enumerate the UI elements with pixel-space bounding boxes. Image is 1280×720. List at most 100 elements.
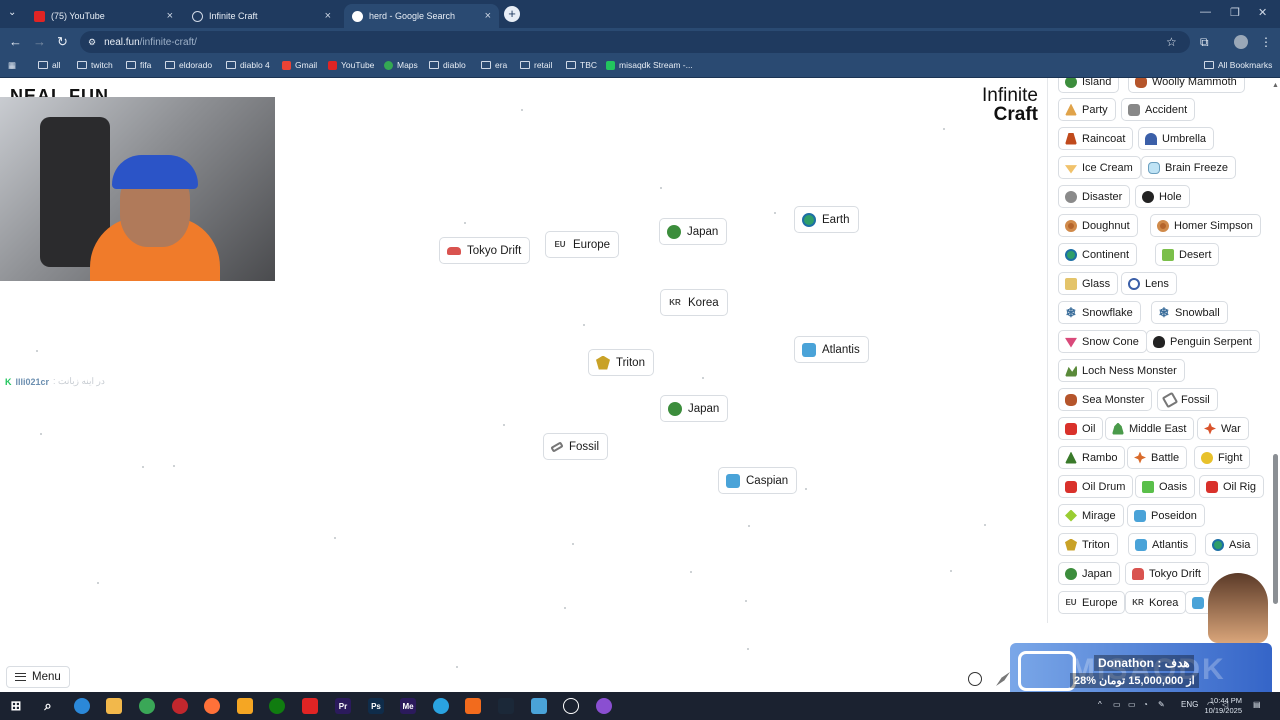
sidebar-item[interactable]: Homer Simpson — [1150, 214, 1261, 237]
tab-google-search[interactable]: herd - Google Search × — [344, 4, 499, 28]
bookmark-diablo[interactable]: diablo — [429, 60, 466, 70]
bookmark-youtube[interactable]: YouTube — [328, 60, 374, 70]
canvas-item[interactable]: Fossil — [543, 433, 609, 460]
site-info-icon[interactable]: ⚙ — [88, 37, 96, 48]
canvas-item[interactable]: Atlantis — [794, 336, 869, 363]
obs-icon[interactable] — [596, 698, 612, 714]
canvas-item[interactable]: KR Korea — [660, 289, 728, 316]
language-indicator[interactable]: ENG — [1181, 700, 1198, 709]
edge-icon[interactable] — [74, 698, 90, 714]
file-explorer-icon[interactable] — [106, 698, 122, 714]
tray-chevron-icon[interactable]: ^ — [1098, 700, 1102, 709]
telegram-icon[interactable] — [433, 698, 449, 714]
menu-button[interactable]: Menu — [6, 666, 70, 688]
canvas-item[interactable]: Tokyo Drift — [439, 237, 531, 264]
minimize-icon[interactable]: — — [1200, 6, 1211, 18]
sidebar-item[interactable]: Lens — [1121, 272, 1177, 295]
sidebar-item[interactable]: Mirage — [1058, 504, 1124, 527]
close-icon[interactable]: × — [325, 10, 331, 22]
scroll-thumb[interactable] — [1273, 454, 1278, 604]
sidebar-item[interactable]: Tokyo Drift — [1125, 562, 1209, 585]
tab-youtube[interactable]: (75) YouTube × — [26, 4, 181, 28]
sidebar-item[interactable]: Penguin Serpent — [1146, 330, 1260, 353]
close-icon[interactable]: × — [167, 10, 173, 22]
firefox-icon[interactable] — [204, 698, 220, 714]
app-icon[interactable] — [465, 698, 481, 714]
new-tab-button[interactable]: + — [504, 6, 520, 22]
sidebar-item[interactable]: Umbrella — [1138, 127, 1215, 150]
sidebar-item[interactable]: Sea Monster — [1058, 388, 1153, 411]
bookmark-twitch[interactable]: twitch — [77, 60, 113, 70]
sidebar-item[interactable]: Atlantis — [1128, 533, 1197, 556]
sidebar-item[interactable]: Rambo — [1058, 446, 1126, 469]
notification-icon[interactable]: ▤ — [1253, 700, 1261, 709]
vscode-icon[interactable] — [531, 698, 547, 714]
sidebar-item[interactable]: Battle — [1127, 446, 1188, 469]
sidebar-item[interactable]: EU Europe — [1058, 591, 1126, 614]
sidebar-scrollbar[interactable]: ▲ — [1272, 82, 1279, 606]
steam-icon[interactable] — [498, 698, 514, 714]
bookmark-diablo-4[interactable]: diablo 4 — [226, 60, 270, 70]
dark-mode-icon[interactable] — [968, 672, 982, 686]
reload-icon[interactable]: ↻ — [57, 34, 68, 50]
extensions-icon[interactable]: ⧉ — [1200, 35, 1209, 50]
tab-infinite-craft[interactable]: Infinite Craft × — [184, 4, 339, 28]
close-icon[interactable]: × — [485, 10, 491, 22]
canvas-item[interactable]: Caspian — [718, 467, 798, 494]
canvas-item[interactable]: Japan — [660, 395, 729, 422]
element-sidebar[interactable]: Island Woolly Mammoth Party Accident Rai… — [1047, 78, 1280, 623]
settings-icon[interactable] — [563, 698, 579, 714]
sidebar-item[interactable]: Oil Drum — [1058, 475, 1134, 498]
bookmark-gmail[interactable]: Gmail — [282, 60, 317, 70]
bookmark-tbc[interactable]: TBC — [566, 60, 597, 70]
tray-app-icon[interactable]: ◔ — [1143, 700, 1148, 709]
bookmark-all[interactable]: all — [38, 60, 61, 70]
bookmark-star-icon[interactable]: ☆ — [1166, 35, 1177, 49]
youtube-icon[interactable] — [302, 698, 318, 714]
premiere-icon[interactable]: Pr — [335, 698, 351, 714]
sidebar-item[interactable]: KR Korea — [1125, 591, 1187, 614]
scroll-up-icon[interactable]: ▲ — [1272, 82, 1279, 89]
sidebar-item[interactable]: Party — [1058, 98, 1116, 121]
chrome-icon[interactable] — [139, 698, 155, 714]
bookmark-eldorado[interactable]: eldorado — [165, 60, 212, 70]
more-menu-icon[interactable]: ⋮ — [1260, 35, 1272, 49]
address-bar[interactable]: ⚙ neal.fun/infinite-craft/ — [80, 31, 1190, 53]
key-app-icon[interactable] — [237, 698, 253, 714]
sidebar-item[interactable]: Asia — [1205, 533, 1259, 556]
bookmark-retail[interactable]: retail — [520, 60, 552, 70]
sidebar-item[interactable]: Triton — [1058, 533, 1118, 556]
sidebar-item[interactable]: Fossil — [1157, 388, 1218, 411]
sidebar-item[interactable]: Continent — [1058, 243, 1138, 266]
opera-icon[interactable] — [172, 698, 188, 714]
sidebar-item[interactable]: Snow Cone — [1058, 330, 1147, 353]
sidebar-item[interactable]: Oil — [1058, 417, 1104, 440]
windows-start-icon[interactable]: ⊞ — [8, 698, 24, 714]
search-icon[interactable]: ⌕ — [40, 698, 56, 714]
sidebar-item[interactable]: Glass — [1058, 272, 1119, 295]
sidebar-item[interactable]: Brain Freeze — [1141, 156, 1236, 179]
sidebar-item[interactable]: Poseidon — [1127, 504, 1205, 527]
apps-icon[interactable]: ▦ — [8, 60, 16, 71]
media-encoder-icon[interactable]: Me — [400, 698, 416, 714]
sidebar-item[interactable]: Ice Cream — [1058, 156, 1141, 179]
tray-app-icon[interactable]: ▭ — [1113, 700, 1121, 709]
system-clock[interactable]: 10:44 PM 10/19/2025 — [1204, 696, 1242, 716]
sidebar-item[interactable]: Raincoat — [1058, 127, 1134, 150]
profile-avatar[interactable] — [1234, 35, 1248, 49]
photoshop-icon[interactable]: Ps — [368, 698, 384, 714]
sidebar-item[interactable]: Oasis — [1135, 475, 1196, 498]
window-close-icon[interactable]: ✕ — [1258, 6, 1267, 19]
forward-icon[interactable]: → — [33, 34, 46, 49]
all-bookmarks[interactable]: All Bookmarks — [1204, 60, 1272, 70]
sidebar-item[interactable]: Island — [1058, 78, 1120, 93]
sidebar-item[interactable]: War — [1197, 417, 1249, 440]
sidebar-item[interactable]: Woolly Mammoth — [1128, 78, 1245, 93]
back-icon[interactable]: ← — [9, 34, 22, 49]
tray-app-icon[interactable]: ✎ — [1158, 700, 1165, 709]
canvas-item[interactable]: Japan — [659, 218, 728, 245]
sidebar-item[interactable]: Loch Ness Monster — [1058, 359, 1185, 382]
sidebar-item[interactable]: ❄ Snowball — [1151, 301, 1228, 324]
sidebar-item[interactable]: Accident — [1121, 98, 1196, 121]
xbox-icon[interactable] — [269, 698, 285, 714]
